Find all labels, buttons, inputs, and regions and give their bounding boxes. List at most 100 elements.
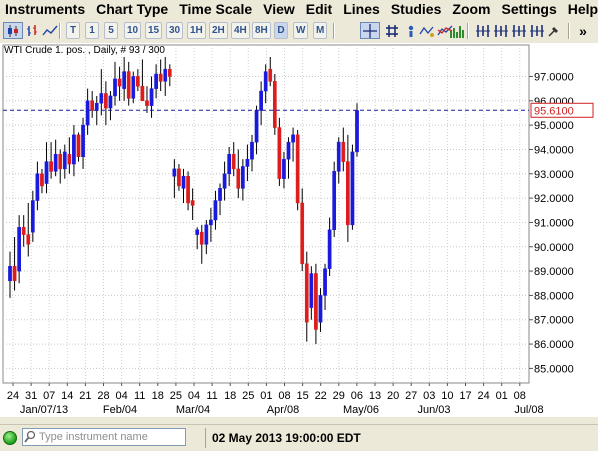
candle-up xyxy=(327,229,332,269)
candle-down xyxy=(304,263,309,323)
x-axis-label: 21 xyxy=(79,390,91,402)
candle-up xyxy=(209,219,213,226)
candlestick-chart-icon[interactable] xyxy=(3,22,23,39)
menu-help[interactable]: Help xyxy=(563,0,598,18)
x-axis-label: 29 xyxy=(333,390,345,402)
candle-down xyxy=(295,134,300,204)
menu-instruments[interactable]: Instruments xyxy=(0,0,91,18)
y-axis-label: 85.0000 xyxy=(534,363,574,375)
timeframe-1-button[interactable]: 1 xyxy=(85,22,99,39)
connection-status-icon[interactable] xyxy=(3,431,17,445)
instrument-search-input[interactable] xyxy=(37,429,187,445)
volume-icon[interactable] xyxy=(446,22,468,39)
candle-down xyxy=(190,200,195,206)
timeframe-10-button[interactable]: 10 xyxy=(124,22,142,39)
candle-up xyxy=(172,168,177,177)
candle-up xyxy=(181,175,186,189)
status-datetime: 02 May 2013 19:00:00 EDT xyxy=(212,431,361,445)
candle-down xyxy=(346,161,350,226)
menu-studies[interactable]: Studies xyxy=(386,0,448,18)
candle-up xyxy=(254,110,259,143)
toolbar-overflow-button[interactable]: » xyxy=(576,22,590,39)
candle-down xyxy=(49,161,53,172)
menu-view[interactable]: View xyxy=(258,0,301,18)
candle-up xyxy=(204,224,209,245)
candle-down xyxy=(186,175,190,204)
candle-down xyxy=(117,78,122,87)
candle-up xyxy=(259,90,263,111)
candle-down xyxy=(90,100,95,111)
candle-up xyxy=(53,154,58,172)
candle-down xyxy=(314,273,318,330)
line-chart-icon[interactable] xyxy=(39,22,61,39)
x-axis-label: 28 xyxy=(97,390,109,402)
timeframe-m-button[interactable]: M xyxy=(313,22,328,39)
menu-edit[interactable]: Edit xyxy=(301,0,338,18)
candle-up xyxy=(72,134,76,165)
candle-down xyxy=(104,93,108,109)
pin-icon[interactable] xyxy=(544,22,564,39)
candle-up xyxy=(163,68,168,82)
grid-icon[interactable] xyxy=(382,22,402,39)
timeframe-15-button[interactable]: 15 xyxy=(145,22,163,39)
candle-up xyxy=(282,158,286,179)
price-chart[interactable]: 85.0000 86.0000 87.0000 88.0000 89.0000 90.00… xyxy=(0,43,598,417)
candle-down xyxy=(277,127,282,179)
x-axis-month-label: Jul/08 xyxy=(514,404,543,416)
candle-down xyxy=(21,227,26,235)
candle-up xyxy=(154,73,158,89)
y-axis-label: 90.0000 xyxy=(534,242,574,254)
x-axis-label: 17 xyxy=(459,390,471,402)
x-axis-label: 18 xyxy=(224,390,236,402)
y-axis-label: 91.0000 xyxy=(534,217,574,229)
candle-down xyxy=(76,134,81,157)
chart-area[interactable]: 85.0000 86.0000 87.0000 88.0000 89.0000 90.00… xyxy=(0,43,598,417)
instrument-search-box[interactable] xyxy=(22,428,187,446)
x-axis-month-label: Feb/04 xyxy=(103,404,137,416)
crosshair-icon[interactable] xyxy=(360,22,380,39)
y-axis-label: 94.0000 xyxy=(534,144,574,156)
x-axis-label: 10 xyxy=(441,390,453,402)
candle-up xyxy=(250,141,254,160)
toolbar-separator xyxy=(59,23,61,39)
candle-up xyxy=(44,161,49,184)
y-axis-label: 89.0000 xyxy=(534,266,574,278)
timeframe-d-button[interactable]: D xyxy=(274,22,288,39)
menu-time-scale[interactable]: Time Scale xyxy=(174,0,258,18)
menu-chart-type[interactable]: Chart Type xyxy=(91,0,174,18)
candle-down xyxy=(177,168,181,187)
candle-up xyxy=(62,151,67,170)
menu-lines[interactable]: Lines xyxy=(338,0,386,18)
x-axis-label: 18 xyxy=(152,390,164,402)
timeframe-w-button[interactable]: W xyxy=(293,22,309,39)
current-price-label: 95.6100 xyxy=(534,105,574,117)
candle-down xyxy=(199,231,204,245)
timeframe-2h-button[interactable]: 2H xyxy=(209,22,228,39)
timeframe-t-button[interactable]: T xyxy=(66,22,80,39)
candle-down xyxy=(341,141,346,162)
candle-down xyxy=(135,76,140,87)
candle-up xyxy=(113,78,117,97)
candle-up xyxy=(332,171,337,230)
candle-up xyxy=(213,200,218,221)
timeframe-8h-button[interactable]: 8H xyxy=(252,22,271,39)
timeframe-1h-button[interactable]: 1H xyxy=(187,22,206,39)
x-axis-label: 20 xyxy=(387,390,399,402)
status-bar: 02 May 2013 19:00:00 EDT xyxy=(0,424,598,451)
y-axis-label: 93.0000 xyxy=(534,169,574,181)
timeframe-4h-button[interactable]: 4H xyxy=(231,22,250,39)
candle-up xyxy=(350,151,355,226)
candle-up xyxy=(309,273,314,308)
candle-up xyxy=(35,173,40,201)
x-axis-label: 06 xyxy=(351,390,363,402)
x-axis-label: 24 xyxy=(477,390,489,402)
candle-up xyxy=(94,102,99,111)
timeframe-30-button[interactable]: 30 xyxy=(166,22,184,39)
timeframe-5-button[interactable]: 5 xyxy=(104,22,118,39)
x-axis-label: 25 xyxy=(170,390,182,402)
menu-zoom[interactable]: Zoom xyxy=(447,0,496,18)
candle-down xyxy=(140,85,145,102)
candle-up xyxy=(241,166,245,189)
x-axis-label: 04 xyxy=(188,390,200,402)
menu-settings[interactable]: Settings xyxy=(497,0,563,18)
